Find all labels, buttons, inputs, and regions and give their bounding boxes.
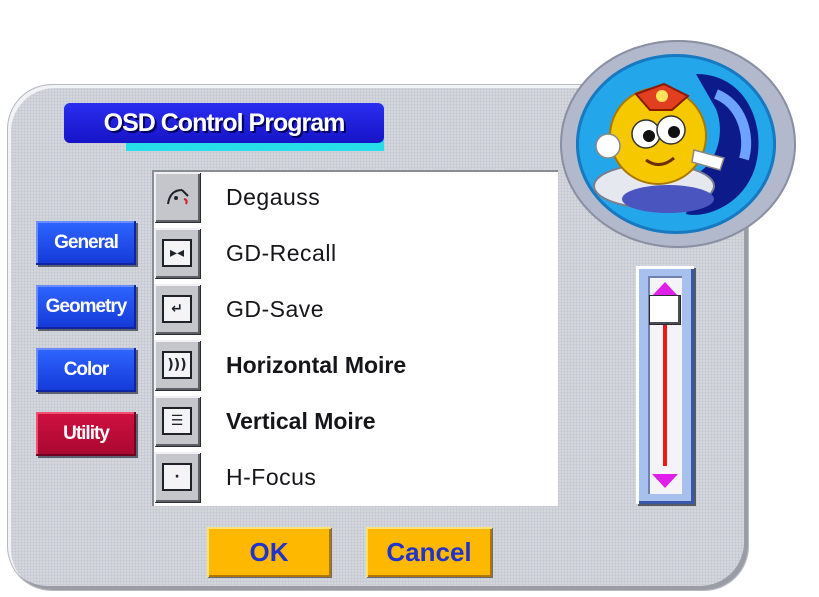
list-item-degauss[interactable]: Degauss [152,170,558,226]
list-item-label: Horizontal Moire [226,352,407,378]
list-item-h-focus[interactable]: · H-Focus [152,450,558,506]
list-item-label: H-Focus [226,464,317,490]
mascot-ring [576,54,776,234]
window-title: OSD Control Program [64,103,384,143]
scrollbar-track[interactable] [648,276,682,494]
scrollbar-thumb[interactable] [650,296,680,324]
nav-button-general[interactable]: General [36,221,136,265]
focus-icon: · [154,452,200,502]
nav-button-color[interactable]: Color [36,348,136,392]
mascot-badge [560,40,796,248]
list-item-label: GD-Save [226,296,325,322]
ok-button[interactable]: OK [207,527,331,577]
scrollbar-track-line [663,306,667,466]
recall-icon: ▸◂ [154,228,200,278]
list-item-gd-recall[interactable]: ▸◂ GD-Recall [152,226,558,282]
list-item-vertical-moire[interactable]: ☰ Vertical Moire [152,394,558,450]
mascot-icon [593,74,759,215]
nav-button-utility[interactable]: Utility [36,412,136,456]
list-item-label: GD-Recall [226,240,337,266]
save-icon: ↵ [154,284,200,334]
scroll-down-arrow-icon[interactable] [652,474,678,488]
degauss-icon [154,172,200,222]
list-item-label: Degauss [226,184,321,210]
list-item-horizontal-moire[interactable]: ))) Horizontal Moire [152,338,558,394]
nav-button-geometry[interactable]: Geometry [36,285,136,329]
vertical-moire-icon: ☰ [154,396,200,446]
cancel-button[interactable]: Cancel [366,527,492,577]
horizontal-moire-icon: ))) [154,340,200,390]
vertical-scrollbar[interactable] [636,266,694,504]
title-banner: OSD Control Program [64,103,384,151]
list-item-gd-save[interactable]: ↵ GD-Save [152,282,558,338]
scroll-up-arrow-icon[interactable] [652,282,678,296]
list-item-label: Vertical Moire [226,408,376,434]
utility-list: Degauss ▸◂ GD-Recall ↵ GD-Save ))) Horiz… [152,170,558,506]
